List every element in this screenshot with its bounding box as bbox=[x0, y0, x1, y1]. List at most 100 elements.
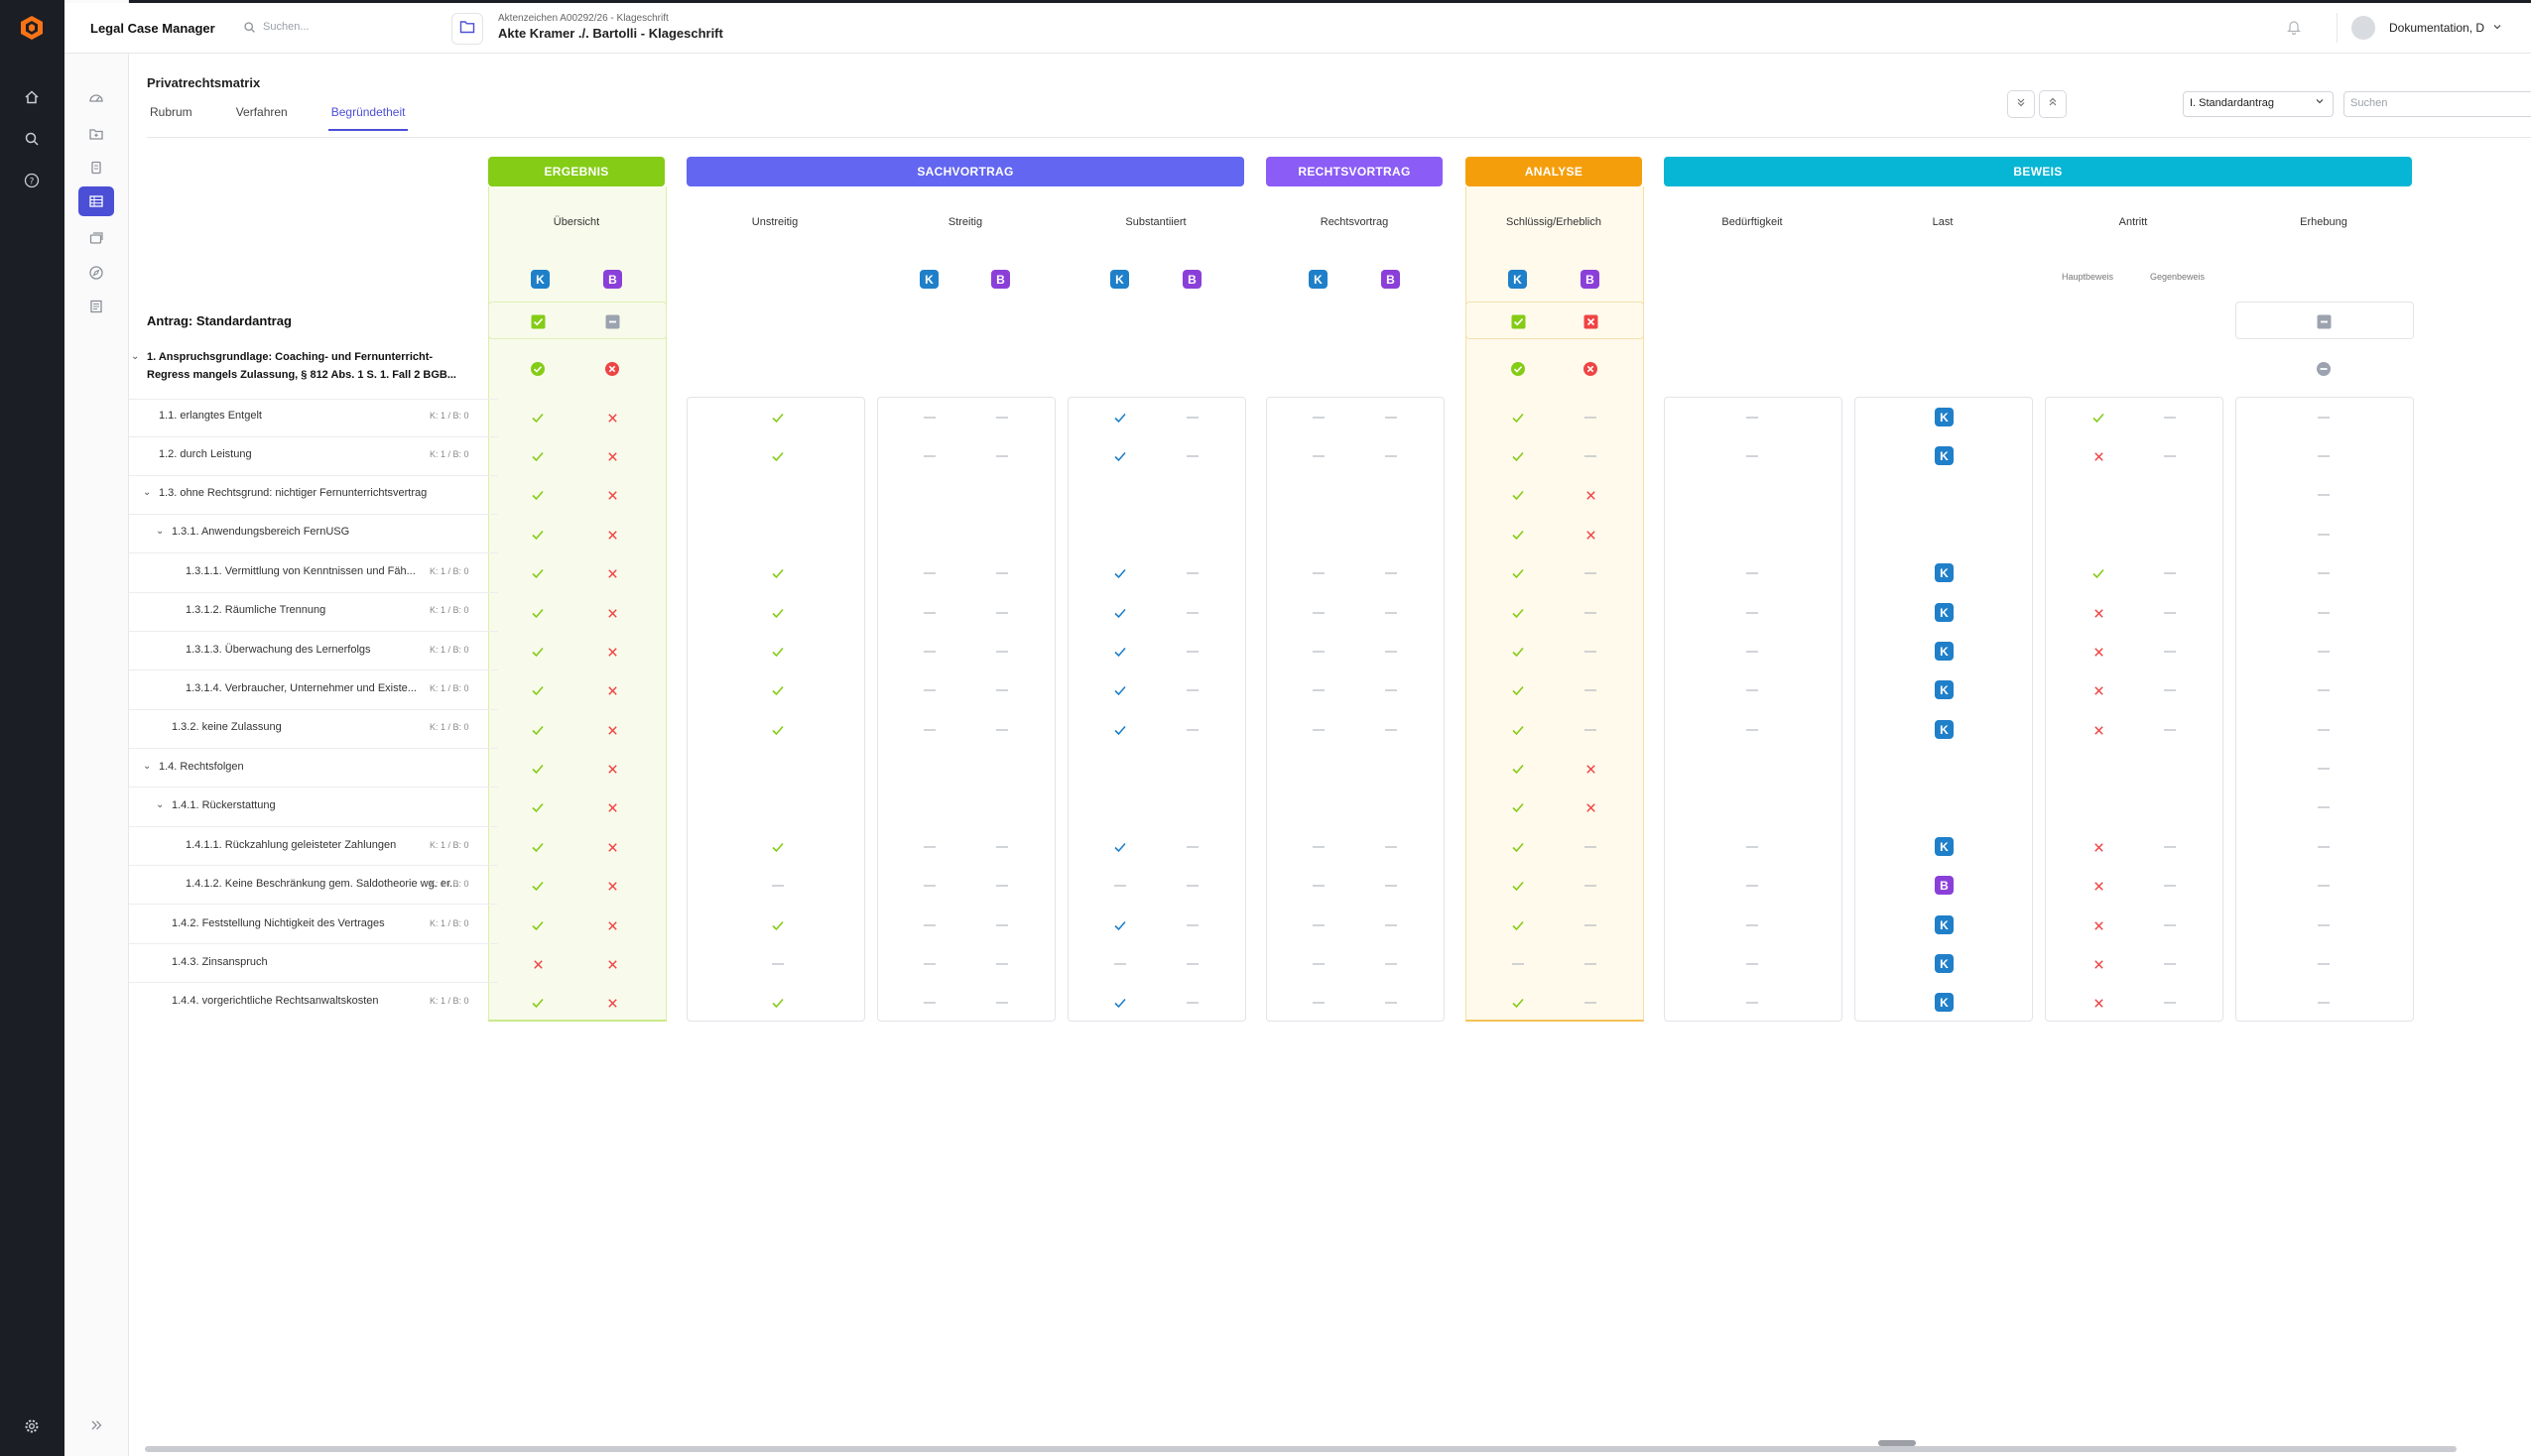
chevron-down-icon[interactable]: ⌄ bbox=[143, 487, 151, 498]
row-label[interactable]: 1.4.1.1. Rückzahlung geleisteter Zahlung… bbox=[186, 839, 396, 851]
check-icon bbox=[768, 603, 788, 623]
row-label[interactable]: 1.2. durch Leistung bbox=[159, 448, 252, 460]
dash-icon bbox=[2160, 408, 2180, 427]
check-icon bbox=[768, 563, 788, 583]
row-label[interactable]: 1.4.1.2. Keine Beschränkung gem. Saldoth… bbox=[186, 878, 458, 890]
dash-icon bbox=[920, 993, 940, 1013]
collapse-all-button[interactable] bbox=[2007, 90, 2035, 118]
chevron-down-icon[interactable]: ⌄ bbox=[156, 526, 164, 537]
tab-verfahren[interactable]: Verfahren bbox=[233, 105, 291, 129]
dash-icon bbox=[1183, 915, 1202, 935]
dash-icon bbox=[1183, 720, 1202, 740]
check-icon bbox=[1110, 993, 1130, 1013]
row-label[interactable]: 1.1. erlangtes Entgelt bbox=[159, 410, 262, 422]
dash-icon bbox=[2314, 915, 2334, 935]
dash-icon bbox=[992, 720, 1012, 740]
dash-icon bbox=[920, 720, 940, 740]
row-label[interactable]: 1.3.2. keine Zulassung bbox=[172, 721, 282, 733]
dash-icon bbox=[1381, 993, 1401, 1013]
chevron-down-icon[interactable]: ⌄ bbox=[156, 799, 164, 810]
user-menu[interactable]: Dokumentation, D bbox=[2337, 13, 2502, 43]
check-icon bbox=[1508, 408, 1528, 427]
check-icon bbox=[528, 915, 548, 935]
dash-icon bbox=[1581, 603, 1600, 623]
dash-icon bbox=[1381, 446, 1401, 466]
row-divider bbox=[129, 399, 498, 400]
row-label[interactable]: 1.4.2. Feststellung Nichtigkeit des Vert… bbox=[172, 917, 385, 929]
dash-icon bbox=[2160, 642, 2180, 662]
minus-circle-icon bbox=[2314, 359, 2334, 379]
dash-icon bbox=[920, 876, 940, 896]
row-label[interactable]: 1.4.3. Zinsanspruch bbox=[172, 956, 268, 968]
case-folder-button[interactable] bbox=[451, 13, 483, 45]
row-label[interactable]: 1.4.4. vorgerichtliche Rechtsanwaltskost… bbox=[172, 995, 379, 1007]
cross-icon bbox=[602, 876, 622, 896]
group-header-rechtsvortrag: RECHTSVORTRAG bbox=[1266, 157, 1443, 186]
check-square-icon bbox=[528, 311, 548, 331]
expand-all-button[interactable] bbox=[2039, 90, 2067, 118]
dash-icon bbox=[1309, 720, 1329, 740]
compass-icon[interactable] bbox=[78, 258, 114, 288]
tab-begruendetheit[interactable]: Begründetheit bbox=[327, 105, 409, 131]
row-label[interactable]: 1.3.1.2. Räumliche Trennung bbox=[186, 604, 325, 616]
chevron-down-icon[interactable]: ⌄ bbox=[131, 351, 139, 362]
dash-icon bbox=[920, 408, 940, 427]
global-search[interactable]: Suchen... bbox=[239, 18, 447, 38]
dash-icon bbox=[1581, 642, 1600, 662]
dash-icon bbox=[2314, 759, 2334, 779]
row-count: K: 1 / B: 0 bbox=[430, 840, 469, 850]
cross-icon bbox=[602, 915, 622, 935]
home-icon[interactable] bbox=[20, 85, 44, 109]
cards-icon[interactable] bbox=[78, 223, 114, 253]
row-label[interactable]: 1.3.1.3. Überwachung des Lernerfolgs bbox=[186, 644, 371, 656]
chevron-down-icon[interactable]: ⌄ bbox=[143, 761, 151, 772]
expand-sidebar-icon[interactable] bbox=[78, 1410, 114, 1440]
dash-icon bbox=[1183, 563, 1202, 583]
dashboard-icon[interactable] bbox=[78, 83, 114, 113]
cross-square-icon bbox=[1581, 311, 1600, 331]
cross-icon bbox=[2088, 954, 2108, 974]
row-label[interactable]: 1.3.1.1. Vermittlung von Kenntnissen und… bbox=[186, 565, 416, 577]
row-count: K: 1 / B: 0 bbox=[430, 645, 469, 655]
notes-icon[interactable] bbox=[78, 292, 114, 321]
antrag-select[interactable]: I. Standardantrag bbox=[2183, 91, 2334, 117]
row-label[interactable]: 1.3. ohne Rechtsgrund: nichtiger Fernunt… bbox=[159, 487, 427, 499]
row-label[interactable]: Regress mangels Zulassung, § 812 Abs. 1 … bbox=[147, 369, 456, 381]
horizontal-scrollbar-thumb[interactable] bbox=[1878, 1440, 1916, 1446]
check-icon bbox=[528, 876, 548, 896]
row-label[interactable]: 1.4.1. Rückerstattung bbox=[172, 799, 276, 811]
dash-icon bbox=[1183, 642, 1202, 662]
row-label[interactable]: 1.4. Rechtsfolgen bbox=[159, 761, 244, 773]
horizontal-scrollbar[interactable] bbox=[145, 1446, 2457, 1452]
badge-k: K bbox=[1935, 603, 1954, 622]
settings-gear-icon[interactable] bbox=[20, 1414, 44, 1438]
badge-k: K bbox=[1935, 915, 1954, 934]
row-label[interactable]: 1. Anspruchsgrundlage: Coaching- und Fer… bbox=[147, 351, 433, 363]
case-title[interactable]: Akte Kramer ./. Bartolli - Klageschrift bbox=[498, 26, 723, 41]
dash-icon bbox=[1309, 603, 1329, 623]
dash-icon bbox=[2160, 837, 2180, 857]
dash-icon bbox=[1309, 915, 1329, 935]
documents-icon[interactable] bbox=[78, 153, 114, 182]
dash-icon bbox=[2314, 954, 2334, 974]
search-icon[interactable] bbox=[20, 127, 44, 151]
row-divider bbox=[129, 436, 498, 437]
matrix-search-placeholder: Suchen bbox=[2350, 97, 2388, 109]
cross-icon bbox=[602, 408, 622, 427]
check-icon bbox=[1110, 603, 1130, 623]
app-rail: ? bbox=[0, 0, 64, 1456]
search-icon bbox=[243, 21, 256, 39]
row-label[interactable]: 1.3.1. Anwendungsbereich FernUSG bbox=[172, 526, 349, 538]
avatar bbox=[2351, 16, 2375, 40]
matrix-table-icon[interactable] bbox=[78, 186, 114, 216]
check-icon bbox=[528, 680, 548, 700]
notification-bell-icon[interactable] bbox=[2287, 19, 2301, 40]
tab-rubrum[interactable]: Rubrum bbox=[147, 105, 195, 129]
row-label[interactable]: 1.3.1.4. Verbraucher, Unternehmer und Ex… bbox=[186, 682, 417, 694]
cross-icon bbox=[2088, 876, 2108, 896]
check-icon bbox=[1508, 525, 1528, 545]
help-icon[interactable]: ? bbox=[20, 169, 44, 192]
matrix-search-input[interactable]: Suchen bbox=[2343, 91, 2531, 117]
subheader-substantiiert: Substantiiert bbox=[1125, 216, 1187, 228]
folder-add-icon[interactable] bbox=[78, 119, 114, 149]
